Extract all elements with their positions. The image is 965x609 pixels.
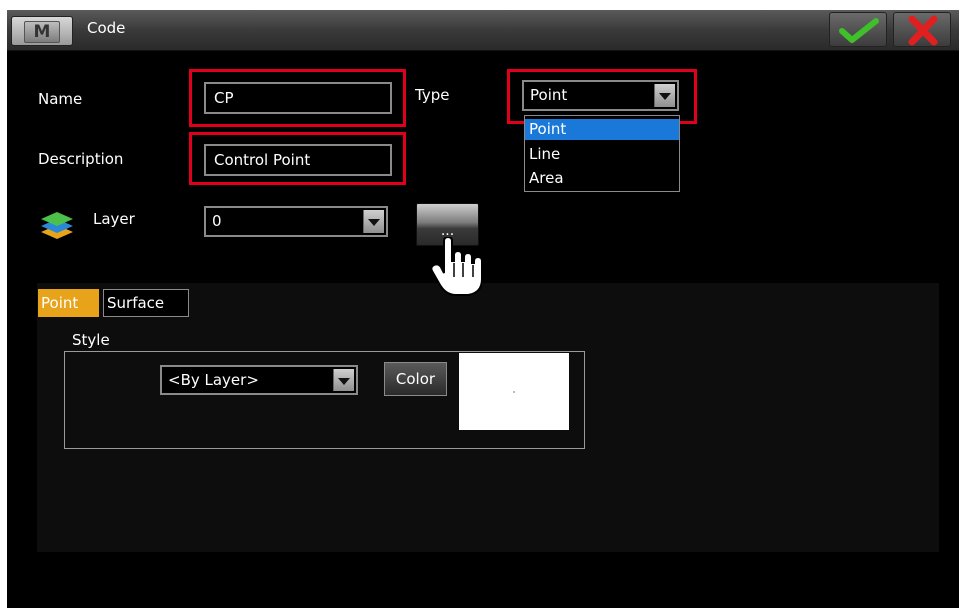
menu-icon: M bbox=[24, 21, 60, 43]
color-button[interactable]: Color bbox=[384, 362, 447, 396]
layers-icon bbox=[41, 212, 73, 239]
style-group-label: Style bbox=[70, 331, 112, 349]
close-icon bbox=[908, 15, 938, 46]
check-icon bbox=[839, 18, 879, 43]
name-field[interactable]: CP bbox=[204, 82, 392, 114]
layer-select[interactable]: 0 bbox=[204, 206, 388, 237]
type-option-line[interactable]: Line bbox=[525, 144, 679, 165]
chevron-down-icon[interactable] bbox=[654, 84, 675, 107]
style-select[interactable]: <By Layer> bbox=[160, 365, 358, 395]
description-label: Description bbox=[38, 150, 124, 168]
ok-button[interactable] bbox=[829, 12, 887, 47]
hand-pointer-icon bbox=[430, 237, 483, 296]
color-preview[interactable] bbox=[459, 353, 569, 430]
app-window: M Code Name CP Type Point Point Line Are… bbox=[7, 10, 959, 608]
type-label: Type bbox=[415, 86, 450, 104]
style-select-value: <By Layer> bbox=[168, 371, 259, 389]
type-select[interactable]: Point bbox=[522, 80, 679, 111]
color-preview-point bbox=[513, 391, 515, 393]
chevron-down-icon[interactable] bbox=[333, 369, 354, 391]
type-dropdown-list: Point Line Area bbox=[524, 115, 680, 192]
layer-label: Layer bbox=[93, 210, 135, 228]
description-field[interactable]: Control Point bbox=[204, 144, 392, 176]
chevron-down-icon[interactable] bbox=[363, 210, 384, 233]
type-option-area[interactable]: Area bbox=[525, 168, 679, 189]
tab-surface[interactable]: Surface bbox=[103, 289, 189, 317]
screen: M Code Name CP Type Point Point Line Are… bbox=[0, 0, 965, 609]
tab-point[interactable]: Point bbox=[38, 289, 99, 317]
type-option-point[interactable]: Point bbox=[525, 119, 679, 140]
window-title: Code bbox=[87, 19, 126, 37]
cancel-button[interactable] bbox=[893, 12, 951, 47]
title-bar: M Code bbox=[7, 10, 959, 51]
type-select-value: Point bbox=[530, 86, 568, 104]
menu-button[interactable]: M bbox=[11, 16, 73, 46]
name-label: Name bbox=[38, 90, 83, 108]
layer-select-value: 0 bbox=[212, 212, 222, 230]
